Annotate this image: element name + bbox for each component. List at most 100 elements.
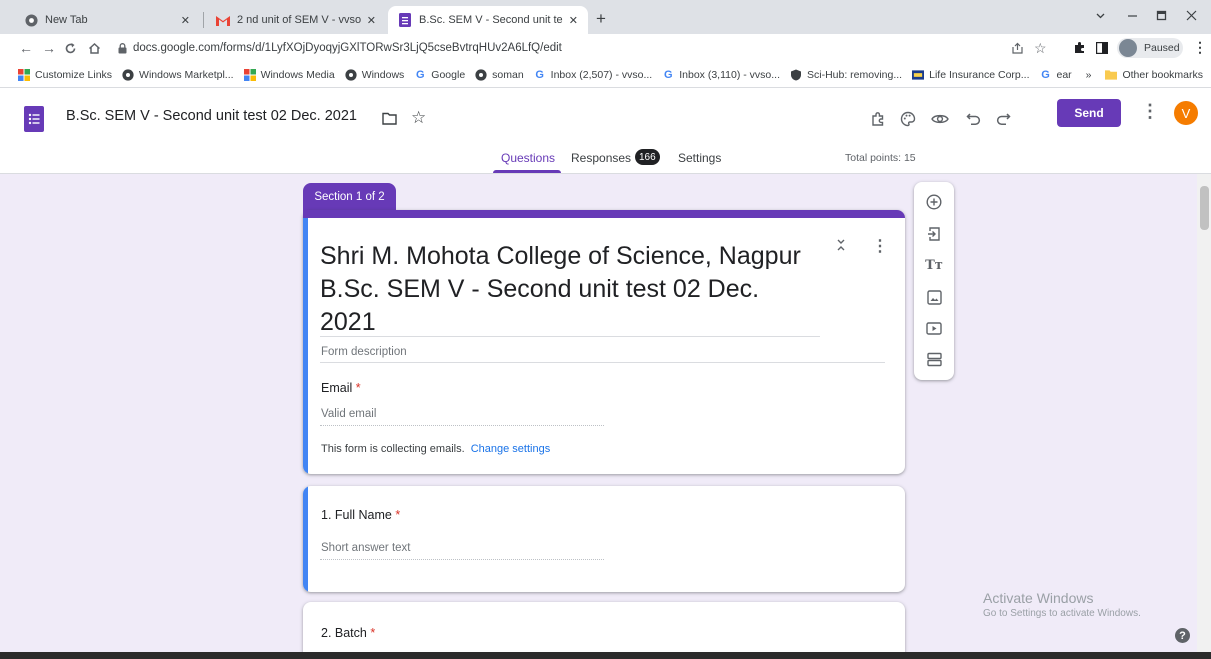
add-question-icon[interactable] [924,192,944,212]
add-image-icon[interactable] [924,287,944,307]
question-card[interactable] [303,602,905,659]
star-icon[interactable]: ☆ [411,108,426,128]
active-tab-indicator [493,170,561,173]
windows-taskbar [0,652,1211,659]
home-icon[interactable] [88,42,101,55]
windows-icon [243,68,256,81]
email-input[interactable]: Valid email [321,408,376,420]
tab-gmail[interactable]: 2 nd unit of SEM V - vvsoman.ge ✕ [206,6,386,34]
email-collection-note: This form is collecting emails. Change s… [321,443,551,455]
tab-separator [203,12,204,28]
document-title[interactable]: B.Sc. SEM V - Second unit test 02 Dec. 2… [66,108,357,124]
bookmarks-bar: Customize Links Windows Marketpl... Wind… [0,62,1211,88]
bookmarks-overflow-button[interactable]: » [1086,69,1092,81]
reload-icon[interactable] [64,42,77,55]
side-panel-icon[interactable] [1096,42,1108,54]
url-text: docs.google.com/forms/d/1LyfXOjDyoqyjGXl… [133,42,562,54]
extensions-icon[interactable] [1073,41,1086,54]
bookmark-inbox-1[interactable]: G Inbox (2,507) - vvso... [534,68,652,81]
close-window-icon[interactable] [1186,10,1197,21]
move-to-folder-icon[interactable] [382,112,397,125]
undo-icon[interactable] [962,108,984,130]
more-options-icon[interactable]: ⋮ [1141,101,1159,122]
bookmark-ear[interactable]: Gear [1040,68,1071,81]
change-settings-link[interactable]: Change settings [471,443,551,455]
question-title: 2. Batch * [321,626,376,640]
bookmark-inbox-2[interactable]: G Inbox (3,110) - vvso... [662,69,780,81]
import-questions-icon[interactable] [924,224,944,244]
scrollbar-thumb[interactable] [1200,186,1209,230]
add-video-icon[interactable] [924,318,944,338]
collapse-section-icon[interactable] [836,238,846,252]
share-icon[interactable] [1011,42,1024,55]
address-bar[interactable]: docs.google.com/forms/d/1LyfXOjDyoqyjGXl… [118,38,998,58]
tab-questions[interactable]: Questions [501,151,555,165]
floating-toolbar: Tт [914,182,954,380]
back-arrow-icon[interactable]: ← [19,40,33,56]
globe-icon [122,68,134,81]
bookmark-soman[interactable]: soman [475,69,524,81]
send-button[interactable]: Send [1057,99,1121,127]
scihub-icon [790,69,802,81]
required-asterisk: * [370,626,376,640]
google-icon: G [416,68,425,81]
bookmark-windows-marketplace[interactable]: Windows Marketpl... [122,69,234,81]
bookmark-windows-media[interactable]: Windows Media [243,68,335,81]
forward-arrow-icon[interactable]: → [42,40,56,56]
add-section-icon[interactable] [924,349,944,369]
folder-icon [1105,69,1118,81]
profile-button[interactable]: Paused [1117,38,1183,58]
email-input-underline [320,425,604,426]
question-card[interactable] [303,486,905,592]
bookmark-star-icon[interactable]: ☆ [1034,40,1047,57]
tab-search-icon[interactable] [1095,10,1106,21]
close-tab-icon[interactable]: ✕ [569,14,578,27]
tab-new-tab[interactable]: New Tab ✕ [14,6,200,34]
add-title-icon[interactable]: Tт [924,255,944,275]
minimize-icon[interactable] [1127,10,1138,21]
lock-icon [118,42,127,54]
forms-logo-icon[interactable] [24,106,44,132]
chrome-menu-icon[interactable]: ⋮ [1193,39,1207,56]
activate-title: Activate Windows [983,590,1094,606]
email-label: Email * [321,381,361,395]
tab-title: 2 nd unit of SEM V - vvsoman.ge [237,14,361,26]
globe-icon [475,68,487,81]
addons-icon[interactable] [867,108,889,130]
help-icon[interactable]: ? [1175,628,1190,643]
account-avatar[interactable]: V [1174,101,1198,125]
palette-icon[interactable] [897,108,919,130]
google-icon: G [535,68,544,81]
close-tab-icon[interactable]: ✕ [181,14,190,27]
bookmark-windows[interactable]: Windows [345,69,404,81]
new-tab-button[interactable]: + [596,9,606,29]
form-description-field[interactable]: Form description [321,346,407,358]
redo-icon[interactable] [992,108,1014,130]
bookmark-scihub[interactable]: Sci-Hub: removing... [790,69,902,81]
tab-settings[interactable]: Settings [678,151,721,165]
close-tab-icon[interactable]: ✕ [367,14,376,27]
preview-eye-icon[interactable] [929,108,951,130]
chrome-icon [24,13,38,27]
required-asterisk: * [395,508,401,522]
section-more-icon[interactable]: ⋮ [872,236,888,256]
total-points: Total points: 15 [845,152,916,164]
required-asterisk: * [355,381,361,395]
focus-indicator [303,210,308,474]
tab-forms-active[interactable]: B.Sc. SEM V - Second unit test 02 ✕ [388,6,588,34]
bookmark-google[interactable]: G Google [414,69,465,81]
form-title[interactable]: Shri M. Mohota College of Science, Nagpu… [320,240,810,339]
other-bookmarks-folder[interactable]: Other bookmarks [1105,69,1203,81]
page-scrollbar[interactable] [1197,174,1211,659]
google-icon: G [1041,68,1050,81]
forms-icon [398,13,412,27]
tab-responses[interactable]: Responses [571,151,631,165]
apps-icon [18,68,30,81]
bookmark-lic[interactable]: Life Insurance Corp... [912,69,1030,81]
bookmark-customize-links[interactable]: Customize Links [18,68,112,81]
focus-indicator [303,486,308,592]
tab-title: B.Sc. SEM V - Second unit test 02 [419,14,563,26]
maximize-icon[interactable] [1156,10,1167,21]
lic-icon [912,69,925,81]
short-answer-field[interactable]: Short answer text [321,542,410,554]
